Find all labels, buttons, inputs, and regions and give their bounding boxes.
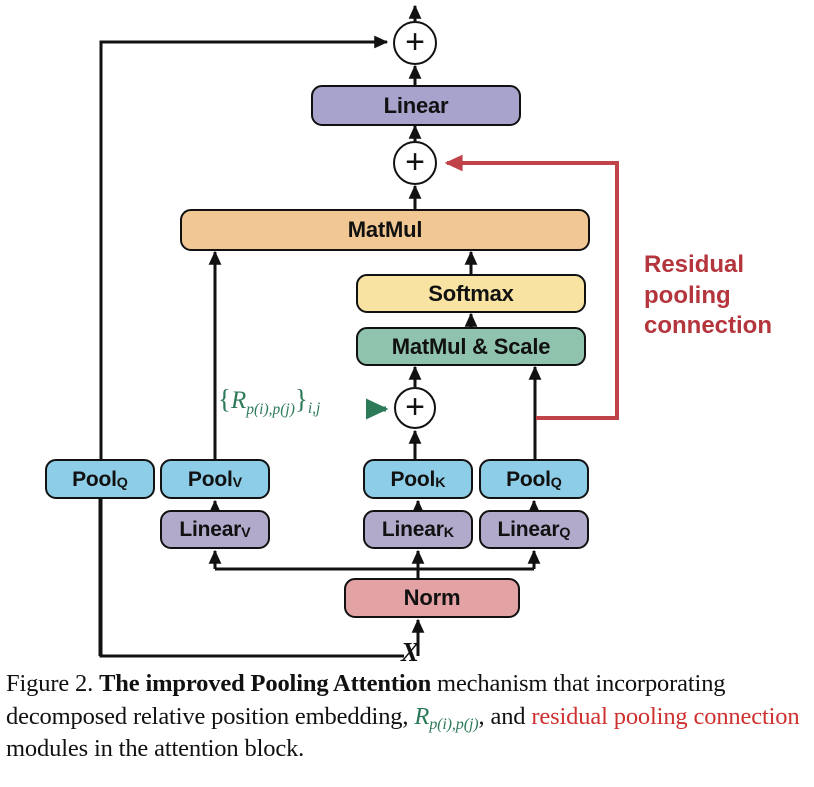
- figure-page: Linear MatMul Softmax MatMul & Scale Poo…: [0, 0, 814, 787]
- node-linear-v-subscript: V: [241, 525, 251, 542]
- caption-red-phrase: residual pooling connection: [531, 702, 800, 730]
- node-softmax-label: Softmax: [428, 280, 514, 306]
- node-linear-q-subscript: Q: [559, 525, 571, 542]
- node-softmax[interactable]: Softmax: [356, 274, 586, 313]
- diagram-canvas: Linear MatMul Softmax MatMul & Scale Poo…: [0, 0, 814, 667]
- node-linear-k-label: Linear: [381, 518, 444, 541]
- node-linear-v-label: Linear: [179, 518, 242, 541]
- plus-icon: +: [405, 23, 425, 61]
- input-label-x: X: [401, 637, 420, 667]
- formula-open-brace: {: [218, 384, 231, 414]
- node-linear-q-label: Linear: [497, 518, 560, 541]
- caption-formula: Rp(i),p(j): [414, 702, 479, 733]
- node-linear-top[interactable]: Linear: [311, 85, 521, 126]
- plus-icon: +: [405, 388, 425, 426]
- plus-icon: +: [405, 143, 425, 181]
- node-pool-k[interactable]: Pool K: [363, 459, 473, 499]
- formula-close-brace: }: [294, 384, 308, 414]
- operator-add-rpe[interactable]: +: [394, 387, 436, 429]
- node-linear-q[interactable]: Linear Q: [479, 510, 589, 549]
- node-pool-q-left-label: Pool: [72, 467, 117, 491]
- node-norm[interactable]: Norm: [344, 578, 520, 618]
- caption-formula-subscript: p(i),p(j): [429, 715, 479, 733]
- node-matmul[interactable]: MatMul: [180, 209, 590, 251]
- caption-bold-title: The improved Pooling Attention: [99, 670, 432, 697]
- node-matmul-scale[interactable]: MatMul & Scale: [356, 327, 586, 366]
- node-pool-q-right-label: Pool: [506, 467, 551, 491]
- node-pool-v-subscript: V: [232, 474, 243, 491]
- formula-outer-subscript: i,j: [307, 400, 321, 418]
- node-linear-top-label: Linear: [383, 92, 449, 118]
- node-pool-k-label: Pool: [390, 467, 436, 491]
- node-matmul-scale-label: MatMul & Scale: [391, 333, 551, 359]
- operator-add-output[interactable]: +: [393, 21, 437, 65]
- node-linear-k-subscript: K: [443, 525, 455, 542]
- node-pool-q-right-subscript: Q: [550, 474, 562, 491]
- node-pool-k-subscript: K: [435, 474, 446, 491]
- residual-pooling-connection-label: Residual pooling connection: [644, 251, 773, 340]
- caption-figure-number: Figure 2.: [6, 670, 94, 697]
- formula-R: R: [230, 387, 247, 414]
- node-pool-q-left-subscript: Q: [116, 474, 128, 491]
- figure-caption: Figure 2. The improved Pooling Attention…: [6, 668, 806, 766]
- relative-position-embedding-formula: {Rp(i),p(j)}i,j: [218, 384, 321, 418]
- node-norm-label: Norm: [403, 585, 461, 610]
- caption-text-3: modules in the attention block.: [6, 735, 305, 763]
- node-linear-v[interactable]: Linear V: [160, 510, 270, 549]
- node-linear-k[interactable]: Linear K: [363, 510, 473, 549]
- caption-text-2: , and: [478, 702, 532, 730]
- node-pool-q-right[interactable]: Pool Q: [479, 459, 589, 499]
- node-pool-v-label: Pool: [187, 467, 233, 491]
- operator-add-residual[interactable]: +: [393, 141, 437, 185]
- node-pool-v[interactable]: Pool V: [160, 459, 270, 499]
- formula-subscript: p(i),p(j): [246, 400, 295, 418]
- node-matmul-label: MatMul: [347, 217, 423, 242]
- node-pool-q-left[interactable]: Pool Q: [45, 459, 155, 499]
